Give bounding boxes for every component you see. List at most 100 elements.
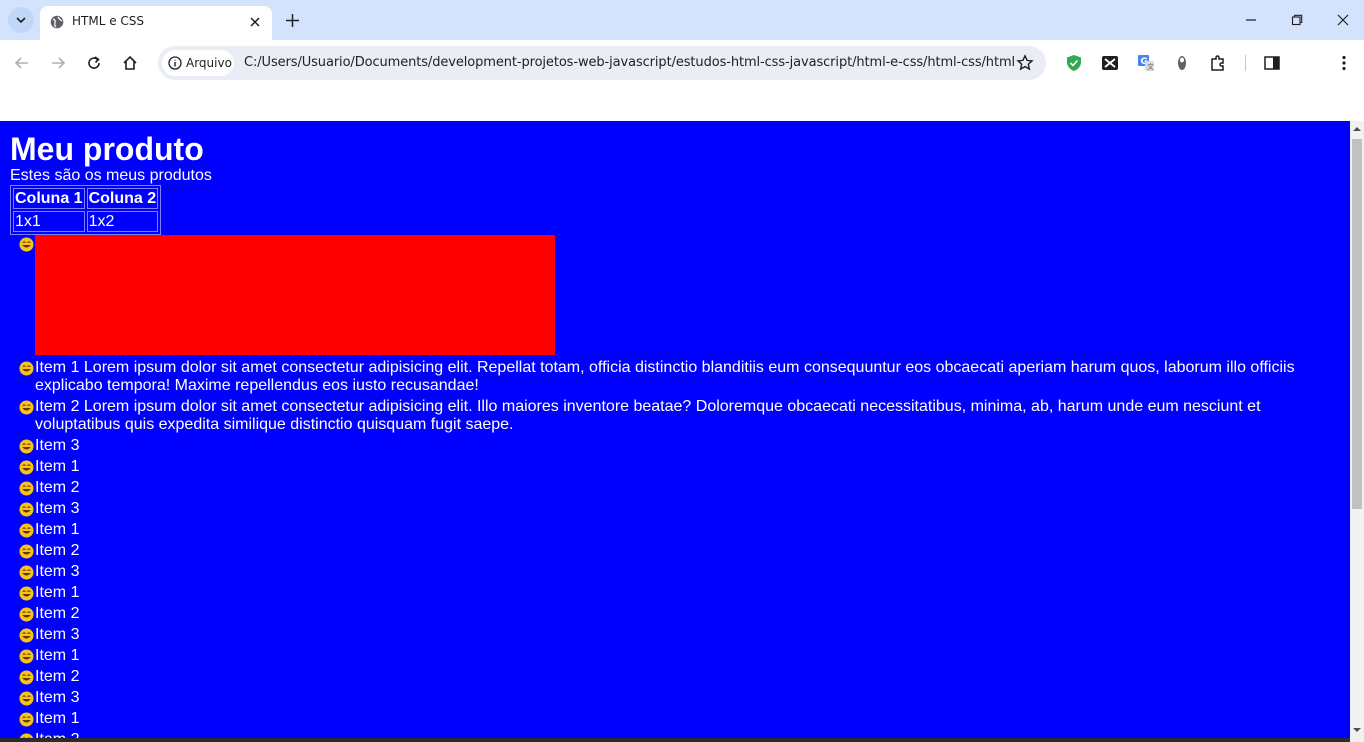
list-item-text: Item 1 Lorem ipsum dolor sit amet consec… (35, 359, 1295, 394)
grinning-face-emoji-icon (19, 691, 34, 706)
grinning-face-emoji-icon (19, 586, 34, 601)
grinning-face-emoji-icon (19, 565, 34, 580)
scroll-down-arrow-icon[interactable] (1353, 726, 1361, 734)
tab-strip: HTML e CSS (0, 0, 1364, 40)
shield-extension-button[interactable] (1064, 53, 1084, 73)
list-item: Item 3 (19, 437, 1340, 455)
page-content: Meu produto Estes são os meus produtos C… (0, 131, 1350, 742)
browser-tab[interactable]: HTML e CSS (40, 6, 272, 40)
reload-button[interactable] (83, 52, 105, 74)
grinning-face-emoji-icon (19, 628, 34, 643)
table-cell: 1x1 (13, 211, 85, 232)
list-item: Item 2 (19, 479, 1340, 497)
scissors-extension-button[interactable] (1100, 53, 1120, 73)
list-item-text: Item 2 Lorem ipsum dolor sit amet consec… (35, 398, 1261, 433)
more-vertical-icon (1342, 55, 1346, 71)
list-item-text: Item 1 (35, 584, 80, 601)
grinning-face-emoji-icon (19, 237, 34, 252)
scroll-up-arrow-icon[interactable] (1353, 125, 1361, 133)
svg-text:文: 文 (1147, 62, 1154, 71)
list-item: Item 2 (19, 605, 1340, 623)
products-table: Coluna 1 Coluna 2 1x1 1x2 (10, 185, 162, 235)
list-item: Item 1 Lorem ipsum dolor sit amet consec… (19, 359, 1340, 395)
list-item-text: Item 1 (35, 647, 80, 664)
list-item: Item 3 (19, 689, 1340, 707)
product-list: Item 1 Lorem ipsum dolor sit amet consec… (10, 235, 1340, 742)
tab-search-button[interactable] (8, 7, 34, 33)
puzzle-icon (1211, 55, 1224, 71)
grinning-face-emoji-icon (19, 712, 34, 727)
home-button[interactable] (119, 52, 141, 74)
grinning-face-emoji-icon (19, 607, 34, 622)
table-header-cell: Coluna 1 (13, 188, 85, 209)
tab-close-button[interactable] (246, 13, 264, 31)
vertical-scrollbar[interactable] (1350, 121, 1364, 742)
list-item: Item 2 (19, 542, 1340, 560)
list-item-text: Item 1 (35, 710, 80, 727)
table-cell: 1x2 (86, 211, 159, 232)
close-window-button[interactable] (1333, 10, 1353, 30)
list-item-text: Item 3 (35, 689, 80, 706)
bookmark-star-icon[interactable] (1016, 54, 1034, 72)
list-item-text: Item 2 (35, 479, 80, 496)
list-item-text: Item 2 (35, 542, 80, 559)
restore-icon (1291, 14, 1303, 26)
grinning-face-emoji-icon (19, 400, 34, 415)
list-item-text: Item 2 (35, 668, 80, 685)
grinning-face-emoji-icon (19, 649, 34, 664)
translate-extension-button[interactable]: G文 (1136, 53, 1156, 73)
toolbar-separator (1245, 55, 1246, 71)
globe-icon (50, 15, 64, 29)
scrollbar-thumb[interactable] (1352, 139, 1362, 509)
list-item: Item 1 (19, 647, 1340, 665)
screenshot-icon (1102, 56, 1118, 70)
profile-extension-button[interactable] (1172, 53, 1192, 73)
table-header-row: Coluna 1 Coluna 2 (13, 188, 159, 209)
page-viewport: Meu produto Estes são os meus produtos C… (0, 121, 1350, 742)
address-bar[interactable]: Arquivo C:/Users/Usuario/Documents/devel… (158, 46, 1046, 80)
list-item: Item 1 (19, 584, 1340, 602)
list-item-text: Item 1 (35, 521, 80, 538)
menu-button[interactable] (1334, 53, 1354, 73)
list-item: Item 2 Lorem ipsum dolor sit amet consec… (19, 398, 1340, 434)
list-item: Item 1 (19, 710, 1340, 728)
close-icon (1337, 14, 1349, 26)
new-tab-button[interactable] (282, 10, 302, 30)
list-item-text: Item 3 (35, 437, 80, 454)
minimize-button[interactable] (1241, 10, 1261, 30)
close-icon (250, 17, 260, 27)
forward-button[interactable] (47, 52, 69, 74)
url-text[interactable]: C:/Users/Usuario/Documents/development-p… (244, 55, 1014, 70)
horizontal-scrollbar[interactable] (0, 738, 1350, 742)
grinning-face-emoji-icon (19, 481, 34, 496)
side-panel-button[interactable] (1262, 53, 1282, 73)
grinning-face-emoji-icon (19, 439, 34, 454)
grinning-face-emoji-icon (19, 523, 34, 538)
list-item: Item 3 (19, 500, 1340, 518)
table-header-cell: Coluna 2 (86, 188, 159, 209)
translate-icon: G文 (1138, 55, 1154, 71)
back-button[interactable] (11, 52, 33, 74)
list-item: Item 1 (19, 458, 1340, 476)
list-item: Item 3 (19, 563, 1340, 581)
list-item-image (19, 235, 1340, 355)
grinning-face-emoji-icon (19, 502, 34, 517)
minimize-icon (1246, 19, 1256, 21)
list-item-text: Item 3 (35, 500, 80, 517)
tab-title: HTML e CSS (72, 14, 145, 28)
extension-avatar-icon (1178, 56, 1186, 70)
info-icon (168, 56, 182, 70)
red-box-image (35, 235, 555, 355)
grinning-face-emoji-icon (19, 361, 34, 376)
restore-button[interactable] (1287, 10, 1307, 30)
page-title: Meu produto (10, 131, 204, 167)
site-info-chip[interactable]: Arquivo (162, 50, 234, 76)
list-item-text: Item 3 (35, 626, 80, 643)
site-chip-label: Arquivo (186, 56, 232, 70)
arrow-right-icon (52, 57, 66, 69)
extensions-button[interactable] (1208, 53, 1228, 73)
chevron-down-icon (16, 17, 26, 23)
home-icon (123, 55, 137, 70)
table-row: 1x1 1x2 (13, 211, 159, 232)
grinning-face-emoji-icon (19, 544, 34, 559)
